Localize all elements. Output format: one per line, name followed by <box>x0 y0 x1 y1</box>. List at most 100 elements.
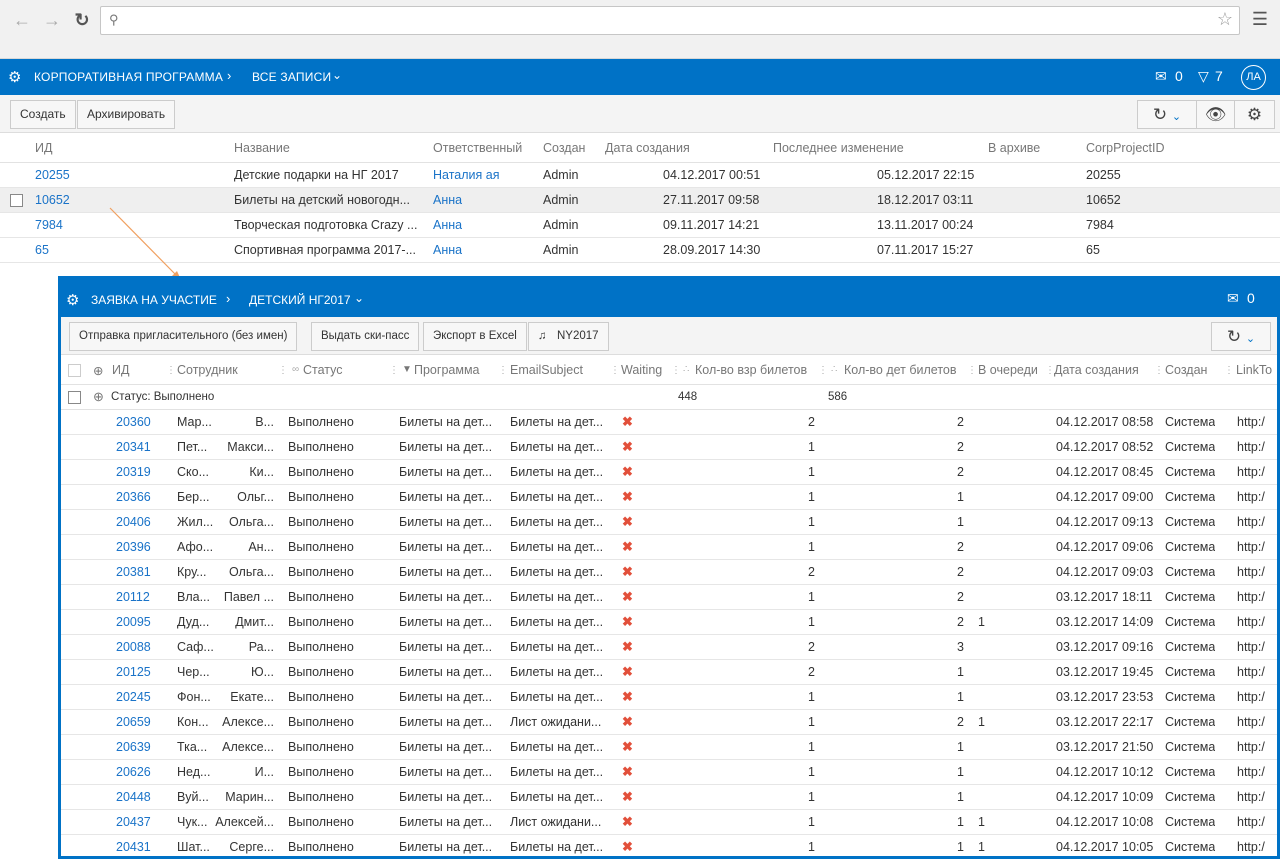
col-header[interactable]: Программа <box>414 363 480 377</box>
breadcrumb-view[interactable]: ДЕТСКИЙ НГ2017 <box>249 293 351 307</box>
responsible-link[interactable]: Наталия ая <box>433 168 499 182</box>
chevron-down-icon[interactable]: ⌄ <box>332 68 342 82</box>
record-id-link[interactable]: 20431 <box>116 840 151 854</box>
table-row[interactable]: 10652 Билеты на детский новогодн... Анна Ad… <box>0 188 1280 213</box>
table-row[interactable]: 20431 Шат... Серге... Выполнено Билеты на де… <box>61 835 1277 856</box>
record-id-link[interactable]: 20396 <box>116 540 151 554</box>
col-header[interactable]: Ответственный <box>433 141 522 155</box>
record-id-link[interactable]: 20341 <box>116 440 151 454</box>
table-row[interactable]: 20626 Нед... И... Выполнено Билеты на дет...… <box>61 760 1277 785</box>
ny2017-button[interactable]: ♫ NY2017 <box>528 322 609 351</box>
settings-gear-icon[interactable]: ⚙ <box>66 291 79 309</box>
record-id-link[interactable]: 20125 <box>116 665 151 679</box>
col-header[interactable]: Создан <box>1165 363 1207 377</box>
send-invitation-button[interactable]: Отправка пригласительного (без имен) <box>69 322 298 351</box>
breadcrumb-view[interactable]: ВСЕ ЗАПИСИ <box>252 70 331 84</box>
collapse-icon[interactable]: ⊕ <box>93 389 104 405</box>
record-id-link[interactable]: 20626 <box>116 765 151 779</box>
record-id-link[interactable]: 20319 <box>116 465 151 479</box>
col-header[interactable]: Создан <box>543 141 585 155</box>
table-row[interactable]: 20639 Тка... Алексе... Выполнено Билеты на д… <box>61 735 1277 760</box>
back-icon[interactable]: ← <box>12 10 32 30</box>
record-id-link[interactable]: 65 <box>35 243 49 257</box>
table-row[interactable]: 20125 Чер... Ю... Выполнено Билеты на дет...… <box>61 660 1277 685</box>
table-row[interactable]: 20255 Детские подарки на НГ 2017 Наталия а… <box>0 163 1280 188</box>
gear-icon[interactable]: ⚙ <box>1234 100 1275 129</box>
bookmark-star-icon[interactable]: ☆ <box>1217 9 1233 30</box>
record-id-link[interactable]: 20406 <box>116 515 151 529</box>
group-row[interactable]: ⊕ Статус: Выполнено 448 586 <box>61 385 1277 410</box>
mail-icon[interactable]: ✉ <box>1227 290 1239 307</box>
table-row[interactable]: 20437 Чук... Алексей... Выполнено Билеты на … <box>61 810 1277 835</box>
group-checkbox[interactable] <box>68 391 81 404</box>
table-row[interactable]: 20448 Вуй... Марин... Выполнено Билеты на де… <box>61 785 1277 810</box>
record-id-link[interactable]: 20255 <box>35 168 70 182</box>
record-id-link[interactable]: 20245 <box>116 690 151 704</box>
table-row[interactable]: 20112 Вла... Павел ... Выполнено Билеты на д… <box>61 585 1277 610</box>
table-row[interactable]: 20396 Афо... Ан... Выполнено Билеты на дет..… <box>61 535 1277 560</box>
forward-icon[interactable]: → <box>42 10 62 30</box>
table-row[interactable]: 7984 Творческая подготовка Crazy ... Анна A… <box>0 213 1280 238</box>
record-id-link[interactable]: 20639 <box>116 740 151 754</box>
refresh-icon[interactable]: ↻ ⌄ <box>1211 322 1271 351</box>
col-header[interactable]: CorpProjectID <box>1086 141 1165 155</box>
responsible-link[interactable]: Анна <box>433 243 462 257</box>
address-bar[interactable]: ⚲ ☆ <box>100 6 1240 35</box>
col-header[interactable]: Сотрудник <box>177 363 238 377</box>
create-button[interactable]: Создать <box>10 100 76 129</box>
record-id-link[interactable]: 20366 <box>116 490 151 504</box>
table-row[interactable]: 20659 Кон... Алексе... Выполнено Билеты на д… <box>61 710 1277 735</box>
col-header[interactable]: Дата создания <box>605 141 690 155</box>
table-row[interactable]: 20366 Бер... Ольг... Выполнено Билеты на дет… <box>61 485 1277 510</box>
col-header[interactable]: LinkTo <box>1236 363 1272 377</box>
record-id-link[interactable]: 7984 <box>35 218 63 232</box>
export-excel-button[interactable]: Экспорт в Excel <box>423 322 527 351</box>
record-id-link[interactable]: 20659 <box>116 715 151 729</box>
col-header[interactable]: ИД <box>35 141 52 155</box>
col-header[interactable]: В архиве <box>988 141 1040 155</box>
avatar[interactable]: ЛА <box>1241 65 1266 90</box>
table-row[interactable]: 20381 Кру... Ольга... Выполнено Билеты на де… <box>61 560 1277 585</box>
record-id-link[interactable]: 20381 <box>116 565 151 579</box>
col-header[interactable]: Waiting <box>621 363 662 377</box>
record-id-link[interactable]: 20360 <box>116 415 151 429</box>
table-row[interactable]: 20245 Фон... Екате... Выполнено Билеты на де… <box>61 685 1277 710</box>
collapse-icon[interactable]: ⊕ <box>93 363 103 378</box>
table-row[interactable]: 20319 Ско... Ки... Выполнено Билеты на дет..… <box>61 460 1277 485</box>
refresh-icon[interactable]: ↻ ⌄ <box>1137 100 1197 129</box>
record-id-link[interactable]: 20112 <box>116 590 150 604</box>
reload-icon[interactable]: ↻ <box>72 10 92 30</box>
table-row[interactable]: 65 Спортивная программа 2017-... Анна Admin… <box>0 238 1280 263</box>
filter-icon[interactable]: ▽ <box>1198 68 1209 85</box>
ski-pass-button[interactable]: Выдать ски-пасс <box>311 322 420 351</box>
col-header[interactable]: ИД <box>112 363 129 377</box>
table-row[interactable]: 20095 Дуд... Дмит... Выполнено Билеты на дет… <box>61 610 1277 635</box>
responsible-link[interactable]: Анна <box>433 218 462 232</box>
col-header[interactable]: В очереди <box>978 363 1038 377</box>
table-row[interactable]: 20341 Пет... Макси... Выполнено Билеты на де… <box>61 435 1277 460</box>
record-id-link[interactable]: 20448 <box>116 790 151 804</box>
col-header[interactable]: Название <box>234 141 290 155</box>
record-id-link[interactable]: 20437 <box>116 815 151 829</box>
select-all-checkbox[interactable] <box>68 364 81 377</box>
col-header[interactable]: EmailSubject <box>510 363 583 377</box>
col-header[interactable]: Кол-во взр билетов <box>695 363 807 377</box>
table-row[interactable]: 20406 Жил... Ольга... Выполнено Билеты на де… <box>61 510 1277 535</box>
record-id-link[interactable]: 20088 <box>116 640 151 654</box>
table-row[interactable]: 20360 Мар... В... Выполнено Билеты на дет...… <box>61 410 1277 435</box>
browser-menu-icon[interactable]: ☰ <box>1252 9 1268 30</box>
eye-icon[interactable]: 👁 <box>1196 100 1235 129</box>
settings-gear-icon[interactable]: ⚙ <box>8 68 21 86</box>
table-row[interactable]: 20088 Саф... Ра... Выполнено Билеты на дет..… <box>61 635 1277 660</box>
breadcrumb-section[interactable]: ЗАЯВКА НА УЧАСТИЕ <box>91 293 217 307</box>
row-checkbox[interactable] <box>10 194 23 207</box>
responsible-link[interactable]: Анна <box>433 193 462 207</box>
mail-icon[interactable]: ✉ <box>1155 68 1167 85</box>
col-header[interactable]: Последнее изменение <box>773 141 904 155</box>
col-header[interactable]: Кол-во дет билетов <box>844 363 957 377</box>
record-id-link[interactable]: 10652 <box>35 193 70 207</box>
archive-button[interactable]: Архивировать <box>77 100 176 129</box>
chevron-down-icon[interactable]: ⌄ <box>354 291 364 305</box>
col-header[interactable]: Статус <box>303 363 343 377</box>
col-header[interactable]: Дата создания <box>1054 363 1139 377</box>
